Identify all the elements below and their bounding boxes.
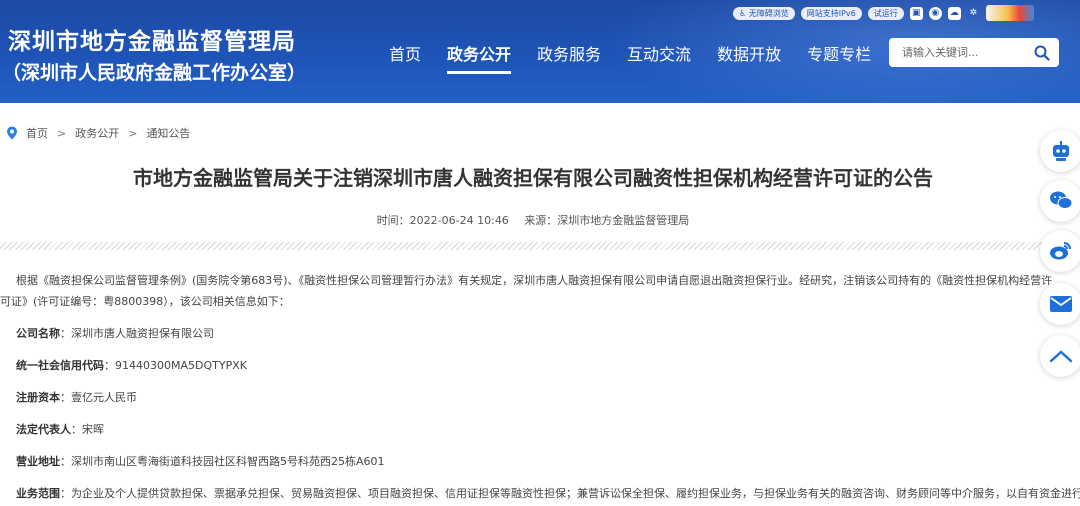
main-nav: 首页 政务公开 政务服务 互动交流 数据开放 专题专栏	[376, 40, 884, 74]
nav-government-affairs[interactable]: 政务公开	[434, 40, 524, 74]
weibo-icon	[1050, 242, 1071, 260]
site-title[interactable]: 深圳市地方金融监督管理局	[8, 22, 296, 56]
mail-icon	[1050, 296, 1072, 312]
nav-services[interactable]: 政务服务	[524, 40, 614, 70]
search-icon[interactable]	[1034, 45, 1050, 61]
field-registered-capital: 注册资本：壹亿元人民币	[16, 391, 137, 404]
field-business-address: 营业地址：深圳市南山区粤海街道科技园社区科智西路5号科苑西25栋A601	[16, 455, 385, 468]
wechat-icon[interactable]: ☁	[947, 6, 961, 20]
city-logo	[985, 5, 1034, 21]
article-body: 根据《融资担保公司监督管理条例》(国务院令第683号)、《融资性担保公司管理暂行…	[0, 270, 1060, 312]
field-credit-code: 统一社会信用代码：91440300MA5DQTYPXK	[16, 359, 247, 372]
site-header: 深圳市地方金融监督管理局 （深圳市人民政府金融工作办公室） ♿ 无障碍浏览 网站…	[0, 0, 1080, 103]
accessibility-button[interactable]: ♿ 无障碍浏览	[733, 6, 795, 20]
article-intro: 根据《融资担保公司监督管理条例》(国务院令第683号)、《融资性担保公司管理暂行…	[0, 274, 1053, 308]
breadcrumb-home[interactable]: 首页	[26, 125, 48, 141]
weibo-icon[interactable]: ◉	[928, 6, 942, 20]
chevron-up-icon	[1049, 350, 1073, 363]
breadcrumb-notices[interactable]: 通知公告	[146, 125, 190, 141]
publish-time: 时间：2022-06-24 10:46	[376, 214, 509, 227]
site-subtitle: （深圳市人民政府金融工作办公室）	[2, 62, 307, 84]
robot-assistant-button[interactable]	[1040, 130, 1080, 172]
top-toolbar: ♿ 无障碍浏览 网站支持IPv6 试运行 ▣ ◉ ☁ ✲	[733, 5, 1034, 21]
field-business-scope: 业务范围：为企业及个人提供贷款担保、票据承兑担保、贸易融资担保、项目融资担保、信…	[16, 487, 1080, 500]
email-share-button[interactable]	[1040, 283, 1080, 325]
app-icon[interactable]: ▣	[909, 6, 923, 20]
divider	[0, 242, 1080, 250]
location-pin-icon	[7, 126, 17, 140]
back-to-top-button[interactable]	[1040, 335, 1080, 377]
nav-open-data[interactable]: 数据开放	[704, 40, 794, 70]
trial-badge: 试运行	[867, 6, 904, 20]
wechat-icon	[1050, 191, 1073, 209]
wechat-share-button[interactable]	[1040, 180, 1080, 222]
accessibility-icon: ♿	[739, 8, 747, 18]
article-title: 市地方金融监管局关于注销深圳市唐人融资担保有限公司融资性担保机构经营许可证的公告	[133, 166, 933, 190]
field-company-name: 公司名称：深圳市唐人融资担保有限公司	[16, 327, 214, 340]
breadcrumb-separator: >	[57, 126, 67, 140]
nav-special-topics[interactable]: 专题专栏	[794, 40, 884, 70]
field-legal-representative: 法定代表人：宋晖	[16, 423, 104, 436]
breadcrumb-government-affairs[interactable]: 政务公开	[75, 125, 119, 141]
ipv6-badge: 网站支持IPv6	[800, 6, 862, 20]
robot-icon	[1053, 141, 1069, 161]
mini-program-icon[interactable]: ✲	[967, 7, 980, 20]
breadcrumb: 首页 > 政务公开 > 通知公告	[6, 125, 190, 141]
breadcrumb-separator: >	[128, 126, 138, 140]
search-box	[889, 38, 1059, 67]
article-meta: 时间：2022-06-24 10:46 来源：深圳市地方金融监督管理局	[0, 212, 1066, 228]
search-input[interactable]	[890, 39, 1030, 66]
nav-interaction[interactable]: 互动交流	[614, 40, 704, 70]
nav-home[interactable]: 首页	[376, 40, 434, 70]
article-source: 来源：深圳市地方金融监督管理局	[524, 214, 690, 227]
weibo-share-button[interactable]	[1040, 230, 1080, 272]
